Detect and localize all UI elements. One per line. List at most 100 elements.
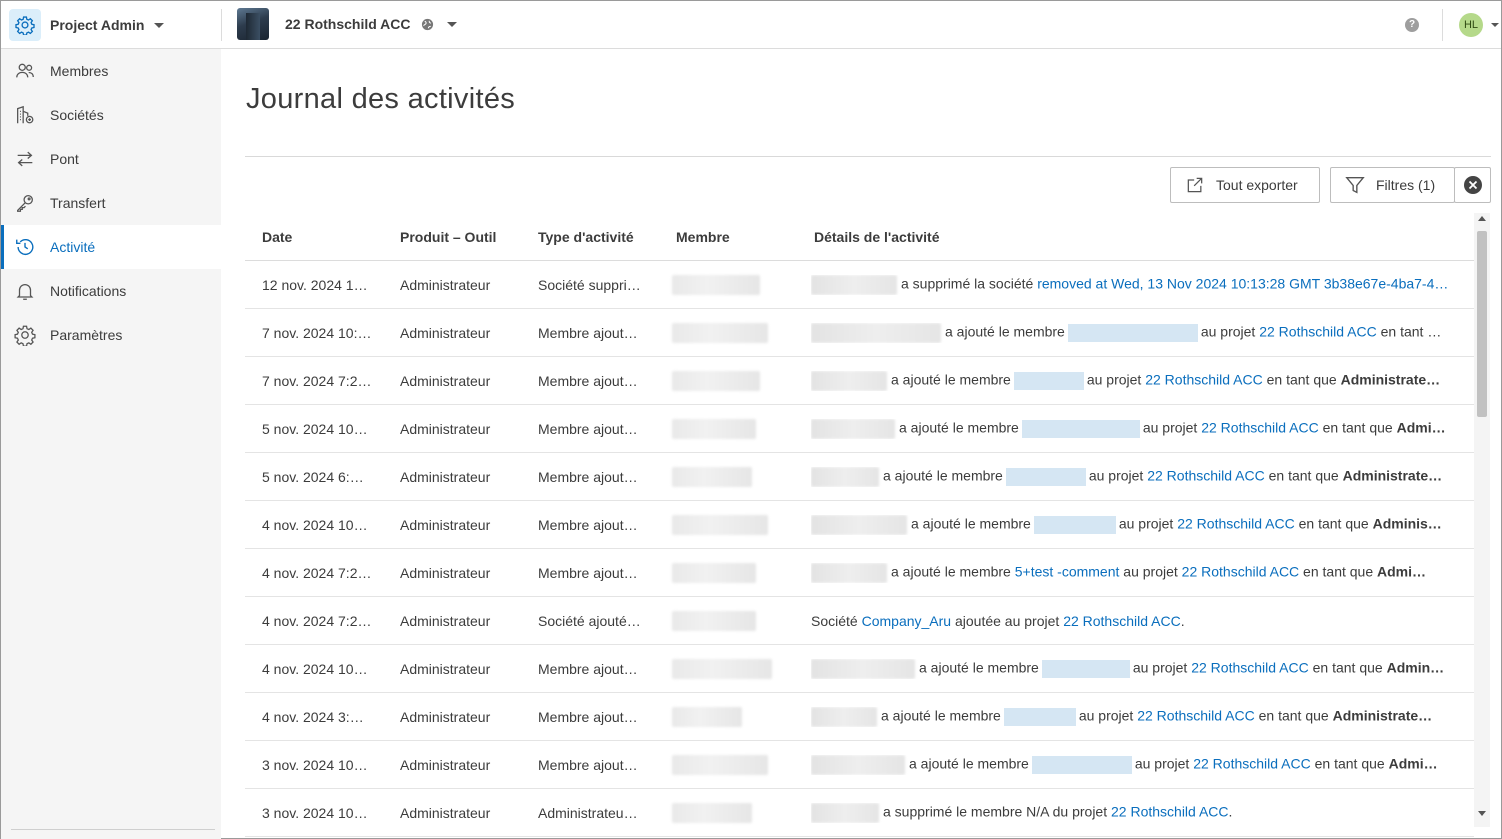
cell-member [659, 802, 797, 823]
cell-product: Administrateur [400, 564, 491, 581]
redacted-member-name [672, 802, 752, 823]
close-circle-icon [1463, 176, 1482, 194]
cell-member [659, 322, 797, 343]
details-link[interactable]: 22 Rothschild ACC [1193, 755, 1311, 771]
table-row[interactable]: 5 nov. 2024 10… Administrateur Membre ajou… [245, 405, 1474, 453]
cell-product: Administrateur [400, 324, 491, 341]
column-header-details[interactable]: Détails de l'activité [797, 229, 1474, 245]
redacted-member-email [1041, 659, 1130, 678]
project-switcher[interactable]: 22 Rothschild ACC [237, 7, 457, 41]
table-row[interactable]: 4 nov. 2024 10… Administrateur Membre ajou… [245, 645, 1474, 693]
redacted-actor-name [811, 514, 907, 535]
details-link[interactable]: 22 Rothschild ACC [1137, 707, 1255, 723]
history-icon [16, 239, 34, 256]
details-link[interactable]: 5+test -comment [1015, 563, 1120, 579]
activity-details-text: a ajouté le membre au projet 22 Rothschil… [811, 706, 1433, 727]
details-link[interactable]: 22 Rothschild ACC [1201, 419, 1319, 435]
details-text: Administrate… [1342, 467, 1443, 484]
sidebar-item-label: Sociétés [50, 107, 104, 123]
column-header-date[interactable]: Date [245, 229, 383, 245]
details-text: en tant que [1299, 563, 1378, 580]
details-text: en tant que [1294, 515, 1373, 532]
table-row[interactable]: 4 nov. 2024 7:2… Administrateur Société aj… [245, 597, 1474, 645]
column-header-type[interactable]: Type d'activité [521, 229, 659, 245]
redacted-member-name [672, 418, 756, 439]
table-row[interactable]: 12 nov. 2024 1… Administrateur Société sup… [245, 261, 1474, 309]
table-row[interactable]: 3 nov. 2024 10… Administrateur Membre ajou… [245, 741, 1474, 789]
sidebar-item-membres[interactable]: Membres [1, 49, 221, 93]
details-text: . [1180, 612, 1185, 629]
cell-product: Administrateur [400, 420, 491, 437]
help-icon[interactable]: ? [1405, 18, 1419, 32]
app-switcher[interactable]: Project Admin [9, 8, 165, 42]
details-text: en tant … [1376, 323, 1442, 340]
scrollbar-thumb[interactable] [1477, 231, 1487, 417]
details-link[interactable]: 22 Rothschild ACC [1145, 371, 1263, 387]
cell-details: a ajouté le membre au projet 22 Rothschil… [797, 706, 1474, 727]
table-row[interactable]: 4 nov. 2024 7:2… Administrateur Membre ajo… [245, 549, 1474, 597]
redacted-member-name [672, 514, 768, 535]
activity-details-text: a ajouté le membre au projet 22 Rothschil… [811, 418, 1446, 439]
chevron-down-icon[interactable] [1491, 23, 1499, 27]
redacted-actor-name [811, 274, 897, 295]
cell-member [659, 562, 797, 583]
activity-details-text: Société Company_Aru ajoutée au projet 22… [811, 613, 1185, 629]
details-link[interactable]: 22 Rothschild ACC [1191, 659, 1309, 675]
activity-details-text: a ajouté le membre au projet 22 Rothschil… [811, 514, 1442, 535]
details-text: Administrate… [1340, 371, 1441, 388]
details-link[interactable]: 22 Rothschild ACC [1111, 803, 1229, 819]
cell-date: 7 nov. 2024 7:2… [262, 372, 372, 389]
details-link[interactable]: 22 Rothschild ACC [1063, 613, 1181, 629]
details-text: Administrate… [1332, 707, 1433, 724]
redacted-member-email [1013, 371, 1084, 390]
table-row[interactable]: 4 nov. 2024 10… Administrateur Membre ajou… [245, 501, 1474, 549]
activity-details-text: a ajouté le membre au projet 22 Rothschil… [811, 754, 1438, 775]
details-link[interactable]: 22 Rothschild ACC [1147, 467, 1265, 483]
sidebar-item-label: Pont [50, 151, 79, 167]
activity-details-text: a ajouté le membre au projet 22 Rothschil… [811, 466, 1443, 487]
sidebar-item-label: Activité [50, 239, 96, 255]
cell-type: Membre ajout… [538, 660, 638, 677]
sidebar-item-notifications[interactable]: Notifications [1, 269, 221, 313]
table-row[interactable]: 4 nov. 2024 3:… Administrateur Membre ajou… [245, 693, 1474, 741]
redacted-member-email [1067, 323, 1198, 342]
table-row[interactable]: 5 nov. 2024 6:… Administrateur Membre ajou… [245, 453, 1474, 501]
filters-button[interactable]: Filtres (1) [1330, 167, 1455, 203]
details-text: Adminis… [1372, 515, 1442, 532]
scroll-up-icon[interactable] [1478, 216, 1486, 221]
globe-icon [421, 18, 433, 30]
details-text: en tant que [1308, 659, 1387, 676]
sidebar-item-activite[interactable]: Activité [1, 225, 221, 269]
details-text: en tant que [1264, 467, 1343, 484]
column-header-member[interactable]: Membre [659, 229, 797, 245]
export-all-button[interactable]: Tout exporter [1170, 167, 1320, 203]
sidebar-item-transfert[interactable]: Transfert [1, 181, 221, 225]
details-text: a supprimé la société [901, 275, 1038, 292]
column-header-product[interactable]: Produit – Outil [383, 229, 521, 245]
avatar[interactable]: HL [1459, 13, 1483, 37]
clear-filters-button[interactable] [1454, 167, 1491, 203]
sidebar-item-societes[interactable]: Sociétés [1, 93, 221, 137]
scroll-down-icon[interactable] [1478, 811, 1486, 816]
details-link[interactable]: 22 Rothschild ACC [1182, 563, 1300, 579]
table-row[interactable]: 7 nov. 2024 10:… Administrateur Membre ajo… [245, 309, 1474, 357]
redacted-actor-name [811, 802, 879, 823]
details-text: au projet [1119, 563, 1182, 580]
table-header: Date Produit – Outil Type d'activité Mem… [245, 213, 1474, 261]
redacted-member-name [672, 322, 768, 343]
redacted-actor-name [811, 418, 895, 439]
table-row[interactable]: 7 nov. 2024 7:2… Administrateur Membre ajo… [245, 357, 1474, 405]
details-link[interactable]: 22 Rothschild ACC [1259, 323, 1377, 339]
details-link[interactable]: 22 Rothschild ACC [1177, 515, 1295, 531]
cell-product: Administrateur [400, 372, 491, 389]
cell-product: Administrateur [400, 708, 491, 725]
sidebar-item-label: Transfert [50, 195, 106, 211]
details-text: au projet [1134, 755, 1194, 772]
table-row[interactable]: 3 nov. 2024 10… Administrateur Administrat… [245, 789, 1474, 837]
cell-member [659, 514, 797, 535]
sidebar-item-pont[interactable]: Pont [1, 137, 221, 181]
sidebar-item-parametres[interactable]: Paramètres [1, 313, 221, 357]
redacted-actor-name [811, 370, 887, 391]
details-link[interactable]: removed at Wed, 13 Nov 2024 10:13:28 GMT… [1037, 275, 1448, 291]
details-link[interactable]: Company_Aru [862, 613, 952, 629]
